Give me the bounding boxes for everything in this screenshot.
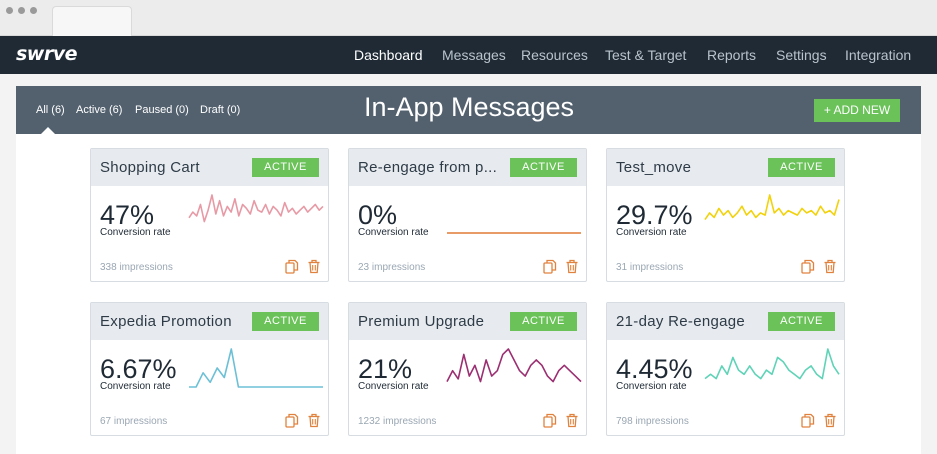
conversion-sparkline (188, 194, 324, 223)
message-card[interactable]: Expedia Promotion ACTIVE 6.67% Conversio… (90, 302, 329, 436)
card-header: Premium Upgrade ACTIVE (349, 303, 586, 340)
card-header: Re-engage from p... ACTIVE (349, 149, 586, 186)
status-badge: ACTIVE (768, 158, 835, 177)
conversion-rate-label: Conversion rate (358, 227, 429, 238)
status-badge: ACTIVE (768, 312, 835, 331)
window-close-dot[interactable] (6, 7, 13, 14)
browser-chrome (0, 0, 937, 36)
filter-active[interactable]: Active (6) (76, 104, 122, 116)
card-header: 21-day Re-engage ACTIVE (607, 303, 844, 340)
trash-icon[interactable] (565, 259, 579, 274)
nav-settings[interactable]: Settings (776, 47, 827, 63)
message-card[interactable]: 21-day Re-engage ACTIVE 4.45% Conversion… (606, 302, 845, 436)
status-badge: ACTIVE (252, 312, 319, 331)
card-title[interactable]: Shopping Cart (100, 159, 250, 176)
card-title[interactable]: Re-engage from p... (358, 159, 508, 176)
message-card[interactable]: Re-engage from p... ACTIVE 0% Conversion… (348, 148, 587, 282)
status-badge: ACTIVE (510, 312, 577, 331)
filter-draft[interactable]: Draft (0) (200, 104, 240, 116)
conversion-rate-label: Conversion rate (100, 381, 171, 392)
filter-paused[interactable]: Paused (0) (135, 104, 189, 116)
conversion-rate-label: Conversion rate (358, 381, 429, 392)
copy-icon[interactable] (801, 259, 815, 274)
impressions-count: 31 impressions (616, 262, 684, 273)
copy-icon[interactable] (801, 413, 815, 428)
sparkline-series (189, 348, 323, 388)
trash-icon[interactable] (307, 413, 321, 428)
filter-all[interactable]: All (6) (36, 104, 65, 116)
nav-reports[interactable]: Reports (707, 47, 756, 63)
selected-filter-caret (41, 127, 55, 134)
nav-messages[interactable]: Messages (442, 47, 506, 63)
browser-tab[interactable] (52, 6, 132, 36)
nav-dashboard[interactable]: Dashboard (354, 47, 423, 63)
impressions-count: 798 impressions (616, 416, 689, 427)
copy-icon[interactable] (285, 259, 299, 274)
nav-integration[interactable]: Integration (845, 47, 911, 63)
sparkline-series (704, 194, 840, 221)
card-title[interactable]: Premium Upgrade (358, 313, 508, 330)
top-nav-bar: swrve Dashboard Messages Resources Test … (0, 36, 937, 74)
trash-icon[interactable] (823, 413, 837, 428)
impressions-count: 67 impressions (100, 416, 168, 427)
trash-icon[interactable] (307, 259, 321, 274)
conversion-sparkline (704, 194, 840, 221)
card-header: Shopping Cart ACTIVE (91, 149, 328, 186)
conversion-sparkline (189, 348, 323, 388)
messages-panel: All (6) Active (6) Paused (0) Draft (0) … (16, 86, 921, 454)
message-card[interactable]: Premium Upgrade ACTIVE 21% Conversion ra… (348, 302, 587, 436)
impressions-count: 1232 impressions (358, 416, 437, 427)
copy-icon[interactable] (285, 413, 299, 428)
impressions-count: 338 impressions (100, 262, 173, 273)
panel-header: All (6) Active (6) Paused (0) Draft (0) … (16, 86, 921, 134)
impressions-count: 23 impressions (358, 262, 426, 273)
copy-icon[interactable] (543, 413, 557, 428)
card-title[interactable]: Test_move (616, 159, 766, 176)
sparkline-series (446, 348, 582, 383)
swrve-logo[interactable]: swrve (16, 43, 78, 65)
conversion-rate-label: Conversion rate (616, 381, 687, 392)
conversion-rate-label: Conversion rate (616, 227, 687, 238)
card-header: Test_move ACTIVE (607, 149, 844, 186)
trash-icon[interactable] (565, 413, 579, 428)
message-card[interactable]: Shopping Cart ACTIVE 47% Conversion rate… (90, 148, 329, 282)
conversion-sparkline (704, 348, 840, 380)
conversion-rate-label: Conversion rate (100, 227, 171, 238)
sparkline-series (188, 194, 324, 223)
window-maximize-dot[interactable] (30, 7, 37, 14)
window-minimize-dot[interactable] (18, 7, 25, 14)
card-title[interactable]: 21-day Re-engage (616, 313, 766, 330)
status-badge: ACTIVE (510, 158, 577, 177)
status-badge: ACTIVE (252, 158, 319, 177)
conversion-sparkline (446, 348, 582, 383)
message-card[interactable]: Test_move ACTIVE 29.7% Conversion rate 3… (606, 148, 845, 282)
nav-test-target[interactable]: Test & Target (605, 47, 686, 63)
trash-icon[interactable] (823, 259, 837, 274)
nav-resources[interactable]: Resources (521, 47, 588, 63)
card-header: Expedia Promotion ACTIVE (91, 303, 328, 340)
page-title: In-App Messages (363, 92, 575, 122)
conversion-sparkline (447, 232, 581, 234)
sparkline-series (704, 348, 840, 380)
card-title[interactable]: Expedia Promotion (100, 313, 250, 330)
add-new-button[interactable]: + ADD NEW (814, 99, 900, 122)
copy-icon[interactable] (543, 259, 557, 274)
